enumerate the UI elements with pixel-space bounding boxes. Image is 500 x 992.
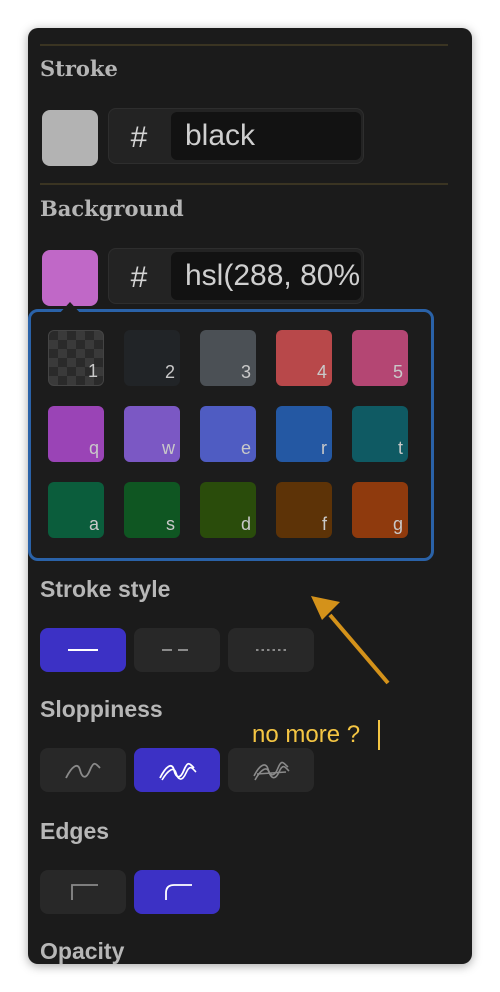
shortcut-key-label: d xyxy=(240,514,251,534)
palette-color-5[interactable]: 5 xyxy=(352,330,408,386)
shortcut-key-label: r xyxy=(321,438,327,458)
shortcut-key-label: e xyxy=(240,438,251,458)
shortcut-key-label: t xyxy=(397,438,403,458)
shortcut-key-label: f xyxy=(321,514,327,534)
shortcut-key-label: w xyxy=(162,438,175,458)
palette-color-a[interactable]: a xyxy=(48,482,104,538)
shortcut-key-label: 1 xyxy=(87,361,98,381)
shortcut-key-label: q xyxy=(88,438,99,458)
palette-color-r[interactable]: r xyxy=(276,406,332,462)
palette-color-e[interactable]: e xyxy=(200,406,256,462)
palette-color-3[interactable]: 3 xyxy=(200,330,256,386)
color-picker-popup: 1 2 3 4 5 q w e r t a s d f g xyxy=(28,309,434,561)
palette-color-t[interactable]: t xyxy=(352,406,408,462)
palette-color-1[interactable]: 1 xyxy=(48,330,104,386)
palette-color-w[interactable]: w xyxy=(124,406,180,462)
text-caret xyxy=(378,720,380,750)
palette-color-4[interactable]: 4 xyxy=(276,330,332,386)
palette-color-g[interactable]: g xyxy=(352,482,408,538)
shortcut-key-label: g xyxy=(392,514,403,534)
palette-color-d[interactable]: d xyxy=(200,482,256,538)
annotation-text: no more ? xyxy=(252,721,361,748)
shortcut-key-label: 3 xyxy=(240,362,251,382)
shortcut-key-label: a xyxy=(88,514,99,534)
shortcut-key-label: 5 xyxy=(392,362,403,382)
palette-color-f[interactable]: f xyxy=(276,482,332,538)
palette-color-2[interactable]: 2 xyxy=(124,330,180,386)
palette-color-q[interactable]: q xyxy=(48,406,104,462)
palette-color-s[interactable]: s xyxy=(124,482,180,538)
shortcut-key-label: s xyxy=(166,514,175,534)
picker-pointer xyxy=(58,302,82,315)
shortcut-key-label: 2 xyxy=(164,362,175,382)
shortcut-key-label: 4 xyxy=(316,362,327,382)
